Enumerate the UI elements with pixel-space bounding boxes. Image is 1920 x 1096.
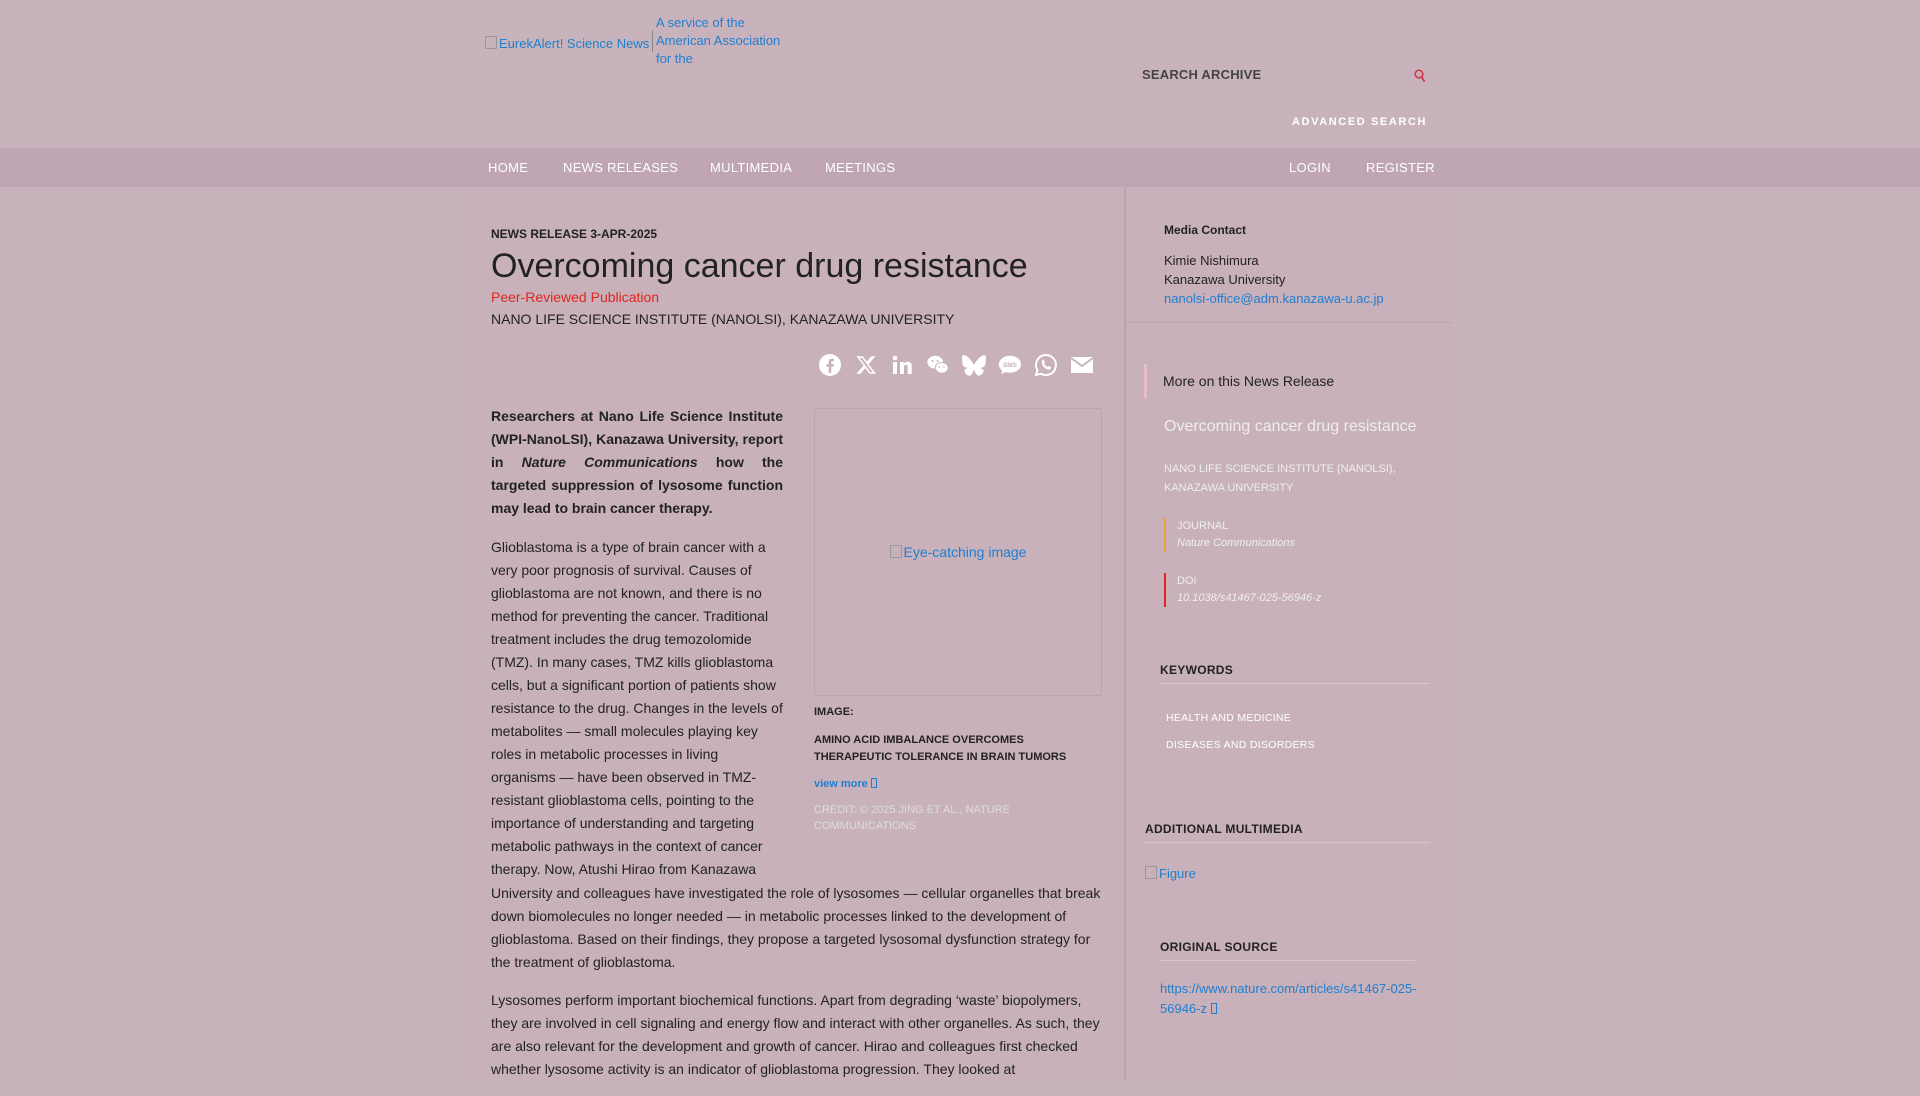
image-credit: CREDIT: © 2025 JING ET AL., NATURE COMMU… — [814, 804, 1010, 832]
contact-email-link[interactable]: nanolsi-office@adm.kanazawa-u.ac.jp — [1164, 291, 1384, 306]
article-title: Overcoming cancer drug resistance — [491, 247, 1028, 285]
nav-home[interactable]: HOME — [488, 160, 528, 175]
article-paragraph: University and colleagues have investiga… — [491, 885, 1101, 970]
keywords-heading: KEYWORDS — [1160, 663, 1234, 677]
keyword-link[interactable]: HEALTH AND MEDICINE — [1166, 712, 1291, 724]
original-source-heading: ORIGINAL SOURCE — [1160, 940, 1278, 954]
release-date: NEWS RELEASE 3-APR-2025 — [491, 227, 658, 241]
keyword-link[interactable]: DISEASES AND DISORDERS — [1166, 739, 1315, 751]
advanced-search-link[interactable]: ADVANCED SEARCH — [1292, 116, 1427, 128]
image-alt-text: Eye-catching image — [903, 544, 1027, 560]
broken-image-icon — [485, 36, 497, 49]
broken-image-icon — [889, 545, 902, 558]
doi-label: DOI — [1177, 575, 1197, 587]
media-contact-title: Media Contact — [1164, 223, 1247, 237]
eurekalert-logo[interactable]: EurekAlert! Science News — [485, 36, 649, 51]
article-lead: Researchers at Nano Life Science Institu… — [491, 405, 783, 520]
search-button[interactable] — [1408, 66, 1430, 88]
search-form — [1140, 66, 1430, 92]
article-column: NEWS RELEASE 3-APR-2025 Overcoming cance… — [470, 187, 1122, 1080]
view-more-link[interactable]: view more — [814, 778, 877, 790]
article-paragraph: Glioblastoma is a type of brain cancer w… — [491, 539, 783, 877]
more-on-release-heading: More on this News Release — [1144, 364, 1334, 398]
divider — [1145, 842, 1430, 843]
original-source-link[interactable]: https://www.nature.com/articles/s41467-0… — [1160, 979, 1420, 1019]
sidebar: Media Contact Kimie Nishimura Kanazawa U… — [1124, 187, 1452, 1080]
journal-meta: JOURNAL Nature Communications — [1164, 518, 1295, 552]
divider — [1126, 322, 1452, 323]
nav-login[interactable]: LOGIN — [1289, 160, 1331, 175]
journal-label: JOURNAL — [1177, 520, 1229, 532]
divider — [1160, 683, 1430, 684]
lead-journal: Nature Communications — [521, 454, 698, 470]
journal-value: Nature Communications — [1177, 537, 1295, 549]
broken-image-icon — [1145, 866, 1157, 879]
eye-catching-image[interactable]: Eye-catching image — [814, 408, 1102, 696]
divider — [1160, 960, 1415, 961]
search-icon — [1414, 68, 1426, 82]
wechat-icon[interactable] — [926, 353, 950, 377]
x-icon[interactable] — [854, 353, 878, 377]
sms-icon[interactable]: SMS — [998, 353, 1022, 377]
article-body: University and colleagues have investiga… — [491, 882, 1101, 1096]
aaas-alt-text: A service of the American Association fo… — [656, 15, 781, 66]
whatsapp-icon[interactable] — [1034, 353, 1058, 377]
external-link-icon — [870, 778, 877, 788]
site-header: EurekAlert! Science News A service of th… — [0, 0, 1920, 148]
email-icon[interactable] — [1070, 353, 1094, 377]
bluesky-icon[interactable] — [962, 353, 986, 377]
image-alt: Eye-catching image — [889, 544, 1027, 560]
search-input[interactable] — [1140, 66, 1394, 83]
share-bar: SMS — [818, 353, 1094, 381]
more-release-institution: NANO LIFE SCIENCE INSTITUTE (NANOLSI), K… — [1164, 463, 1396, 494]
institution-name: NANO LIFE SCIENCE INSTITUTE (NANOLSI), K… — [491, 311, 955, 327]
doi-value: 10.1038/s41467-025-56946-z — [1177, 592, 1322, 604]
logo-divider — [652, 30, 653, 52]
nav-register[interactable]: REGISTER — [1366, 160, 1435, 175]
contact-name: Kimie Nishimura — [1164, 253, 1259, 268]
nav-meetings[interactable]: MEETINGS — [825, 160, 895, 175]
original-source-url: https://www.nature.com/articles/s41467-0… — [1160, 981, 1417, 1016]
linkedin-icon[interactable] — [890, 353, 914, 377]
view-more-label: view more — [814, 778, 871, 790]
peer-reviewed-badge: Peer-Reviewed Publication — [491, 289, 660, 305]
logo-alt-text: EurekAlert! Science News — [499, 36, 650, 51]
doi-meta: DOI 10.1038/s41467-025-56946-z — [1164, 573, 1321, 607]
aaas-logo[interactable]: A service of the American Association fo… — [656, 14, 786, 68]
more-release-title: Overcoming cancer drug resistance — [1164, 418, 1417, 435]
nav-multimedia[interactable]: MULTIMEDIA — [710, 160, 792, 175]
facebook-icon[interactable] — [818, 353, 842, 377]
image-label: IMAGE: — [814, 706, 854, 718]
external-link-icon — [1210, 1003, 1217, 1014]
contact-org: Kanazawa University — [1164, 272, 1286, 287]
main-nav: HOME NEWS RELEASES MULTIMEDIA MEETINGS L… — [0, 148, 1920, 187]
figure-thumbnail[interactable]: Figure — [1145, 866, 1196, 881]
additional-multimedia-heading: ADDITIONAL MULTIMEDIA — [1145, 822, 1303, 836]
article-paragraph: Lysosomes perform important biochemical … — [491, 992, 1100, 1077]
image-caption: AMINO ACID IMBALANCE OVERCOMES THERAPEUT… — [814, 734, 1067, 763]
svg-text:SMS: SMS — [1003, 362, 1018, 369]
figure-alt-text: Figure — [1159, 866, 1196, 881]
nav-news-releases[interactable]: NEWS RELEASES — [563, 160, 678, 175]
